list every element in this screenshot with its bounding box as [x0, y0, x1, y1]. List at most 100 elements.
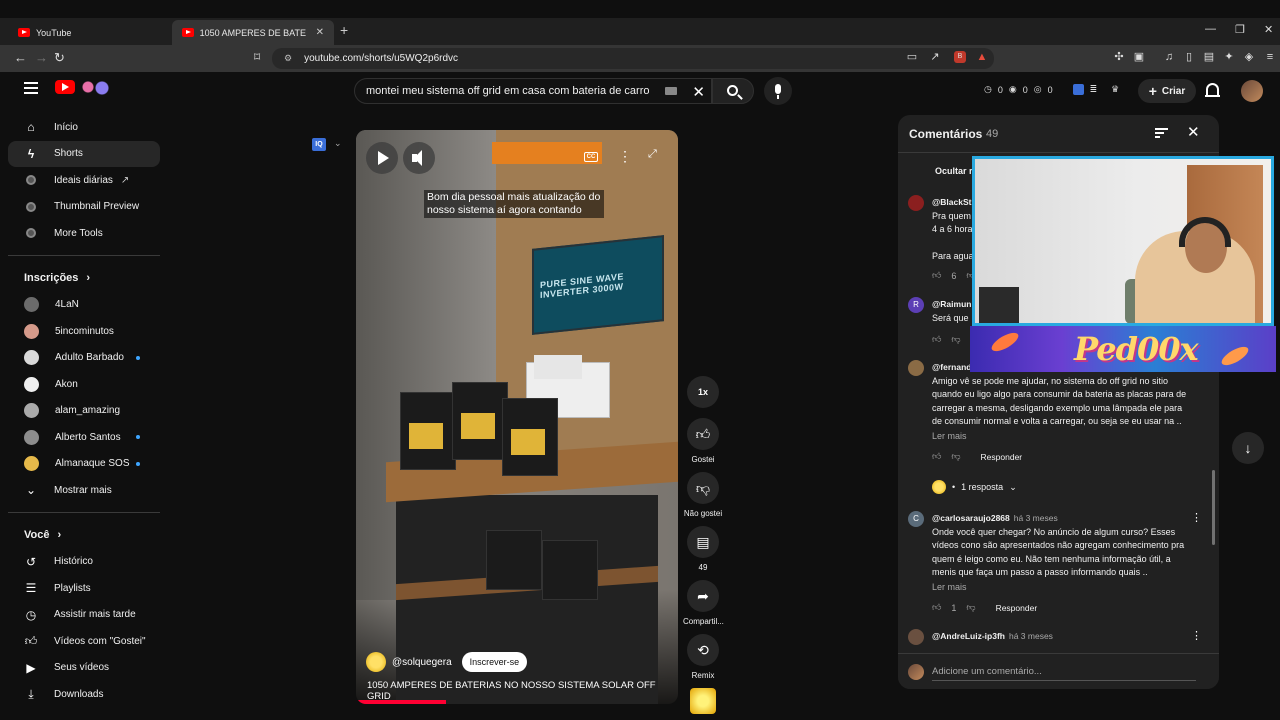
- close-icon[interactable]: ✕: [1187, 123, 1200, 141]
- rewards-icon[interactable]: ▲: [976, 51, 988, 63]
- thumbs-down-icon[interactable]: 👎︎: [951, 451, 960, 462]
- expand-icon[interactable]: ⤢: [648, 148, 657, 161]
- youtube-doodle[interactable]: [78, 78, 114, 96]
- subscribe-button[interactable]: Inscrever-se: [461, 652, 528, 672]
- menu-icon[interactable]: ≡: [1264, 51, 1276, 63]
- video-title[interactable]: 1050 AMPERES DE BATERIAS NO NOSSO SISTEM…: [367, 680, 678, 702]
- add-comment-input[interactable]: Adicione um comentário...: [932, 666, 1042, 677]
- bookmark-icon[interactable]: ⌑: [254, 50, 260, 64]
- extension-icon[interactable]: ▣: [1133, 51, 1145, 63]
- vidiq-extension-icon[interactable]: IQ: [312, 138, 326, 151]
- comment-avatar[interactable]: R: [908, 297, 924, 313]
- comment-avatar[interactable]: [908, 360, 924, 376]
- cast-icon[interactable]: ▭: [906, 51, 918, 63]
- comments-button[interactable]: ▤: [687, 526, 719, 558]
- comment-more-icon[interactable]: ⋮: [1191, 511, 1202, 524]
- trophy-icon[interactable]: ♛: [1111, 84, 1119, 95]
- shorts-video-player[interactable]: PURE SINE WAVE INVERTER 3000W CC ⋮ ⤢ Bom…: [356, 130, 678, 704]
- next-video-button[interactable]: ↓: [1232, 432, 1264, 464]
- subscriptions-heading[interactable]: Inscrições ›: [8, 264, 160, 292]
- progress-bar[interactable]: [356, 700, 447, 704]
- sidebar-item-assistir-mais-tarde[interactable]: ◷ Assistir mais tarde: [8, 602, 160, 629]
- read-more-link[interactable]: Ler mais: [932, 582, 967, 592]
- view-replies-button[interactable]: • 1 resposta ⌄: [932, 480, 1017, 494]
- sidebar-item-thumbnail-preview[interactable]: Thumbnail Preview: [8, 194, 160, 221]
- subscription-item[interactable]: Akon: [8, 371, 160, 398]
- vidiq-icon[interactable]: [1072, 84, 1084, 95]
- you-heading[interactable]: Você ›: [8, 521, 160, 549]
- list-stat-icon[interactable]: ≣: [1090, 84, 1098, 95]
- comments-scrollbar[interactable]: [1212, 470, 1215, 545]
- comment-avatar[interactable]: C: [908, 511, 924, 527]
- maximize-icon[interactable]: ❐: [1235, 23, 1245, 36]
- chevron-down-icon[interactable]: ⌄: [334, 138, 342, 149]
- subscription-item[interactable]: Almanaque SOS: [8, 451, 160, 478]
- sound-thumbnail[interactable]: [690, 688, 716, 714]
- search-button[interactable]: [712, 78, 754, 104]
- thumbs-up-icon[interactable]: 👍︎: [932, 270, 941, 281]
- sidebar-item-historico[interactable]: ↺ Histórico: [8, 549, 160, 576]
- account-avatar[interactable]: [1241, 80, 1263, 102]
- sidebar-item-downloads[interactable]: ⤓ Downloads: [8, 681, 160, 708]
- comment-author[interactable]: @fernand: [932, 362, 971, 372]
- like-button[interactable]: 👍︎: [687, 418, 719, 450]
- notifications-bell-icon[interactable]: [1205, 83, 1220, 97]
- play-button[interactable]: [366, 142, 398, 174]
- share-button[interactable]: ➦: [687, 580, 719, 612]
- hide-replies-button[interactable]: Ocultar r: [935, 166, 973, 176]
- site-info-icon[interactable]: ⚙: [284, 53, 292, 64]
- dislike-button[interactable]: 👎︎: [687, 472, 719, 504]
- back-icon[interactable]: ←: [14, 50, 27, 65]
- more-options-icon[interactable]: ⋮: [618, 148, 632, 165]
- comment-more-icon[interactable]: ⋮: [1191, 629, 1202, 642]
- leo-icon[interactable]: ✦: [1223, 51, 1235, 63]
- search-input[interactable]: montei meu sistema off grid em casa com …: [354, 78, 712, 104]
- create-button[interactable]: + Criar: [1138, 79, 1196, 103]
- new-tab-icon[interactable]: +: [340, 22, 348, 38]
- menu-hamburger-icon[interactable]: [24, 82, 38, 94]
- sidebar-item-ideias[interactable]: Ideais diárias ↗: [8, 167, 160, 194]
- brave-shield-icon[interactable]: B: [954, 51, 966, 63]
- thumbs-up-icon[interactable]: 👍︎: [932, 334, 941, 345]
- thumbs-down-icon[interactable]: 👎︎: [951, 334, 960, 345]
- vpn-icon[interactable]: ◈: [1243, 51, 1255, 63]
- channel-avatar[interactable]: [366, 652, 386, 672]
- sidebar-item-seus-videos[interactable]: ▶ Seus vídeos: [8, 655, 160, 682]
- music-icon[interactable]: ♫: [1163, 51, 1175, 63]
- sidebar-item-shorts[interactable]: ϟ Shorts: [8, 140, 160, 167]
- comment-author[interactable]: @carlosaraujo2868 há 3 meses: [932, 513, 1058, 523]
- sidebar-icon[interactable]: ▯: [1183, 51, 1195, 63]
- read-more-link[interactable]: Ler mais: [932, 431, 967, 441]
- share-page-icon[interactable]: ↗: [929, 51, 941, 63]
- voice-search-icon[interactable]: [764, 77, 792, 105]
- sidebar-item-more-tools[interactable]: More Tools: [8, 220, 160, 247]
- reply-button[interactable]: Responder: [996, 603, 1038, 613]
- subscription-item[interactable]: 5incominutos: [8, 318, 160, 345]
- subscription-item[interactable]: alam_amazing: [8, 398, 160, 425]
- youtube-logo[interactable]: [55, 80, 75, 94]
- thumbs-up-icon[interactable]: 👍︎: [932, 451, 941, 462]
- clear-search-icon[interactable]: ✕: [692, 83, 705, 101]
- sidebar-item-liked-videos[interactable]: 👍︎ Vídeos com "Gostei": [8, 628, 160, 655]
- show-more-button[interactable]: ⌄ Mostrar mais: [8, 477, 160, 504]
- sidebar-item-inicio[interactable]: ⌂ Início: [8, 114, 160, 141]
- playback-speed-button[interactable]: 1x: [687, 376, 719, 408]
- reply-button[interactable]: Responder: [981, 452, 1023, 462]
- close-window-icon[interactable]: ✕: [1264, 23, 1273, 36]
- tab-youtube[interactable]: YouTube: [8, 20, 170, 45]
- wallet-icon[interactable]: ▤: [1203, 51, 1215, 63]
- sort-icon[interactable]: [1155, 128, 1168, 138]
- thumbs-down-icon[interactable]: 👎︎: [966, 602, 975, 613]
- close-tab-icon[interactable]: ✕: [316, 27, 324, 38]
- comment-author[interactable]: @Raimun: [932, 299, 971, 309]
- volume-button[interactable]: [403, 142, 435, 174]
- forward-icon[interactable]: →: [35, 50, 48, 65]
- minimize-icon[interactable]: —: [1205, 23, 1216, 35]
- subscription-item[interactable]: Adulto Barbado: [8, 345, 160, 372]
- reload-icon[interactable]: ↻: [54, 50, 65, 66]
- remix-button[interactable]: ⟲: [687, 634, 719, 666]
- extensions-icon[interactable]: ✣: [1113, 51, 1125, 63]
- channel-name[interactable]: @solquegera: [392, 657, 452, 668]
- subscription-item[interactable]: 4LaN: [8, 292, 160, 319]
- tab-video[interactable]: 1050 AMPERES DE BATERIAS NO ✕: [172, 20, 334, 45]
